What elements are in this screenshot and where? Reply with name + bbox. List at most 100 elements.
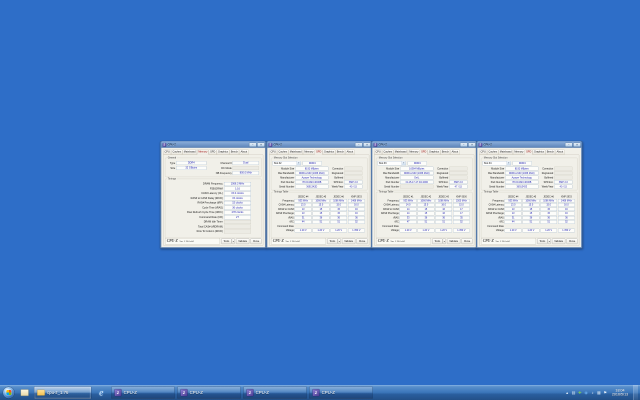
cell-value: 15.0 (523, 203, 540, 207)
tab-mainboard[interactable]: Mainboard (394, 150, 408, 155)
memory-general-row: NB Frequency800.0 MHz (210, 171, 260, 176)
tools-button[interactable]: Tools (537, 238, 547, 244)
tab-graphics[interactable]: Graphics (217, 150, 230, 155)
tab-caches[interactable]: Caches (382, 150, 393, 155)
field-label: Cycle Time (tRAS) (167, 206, 223, 209)
validate-button[interactable]: Validate (552, 238, 565, 244)
tab-about[interactable]: About (555, 150, 564, 155)
tab-memory[interactable]: Memory (303, 150, 315, 155)
internet-explorer-icon: e (99, 387, 103, 398)
tab-mainboard[interactable]: Mainboard (499, 150, 513, 155)
memory-type-value: DDR4 (513, 161, 532, 165)
tab-caches[interactable]: Caches (487, 150, 498, 155)
show-desktop-button[interactable] (634, 385, 638, 400)
cpuz-task-button[interactable]: ZCPU-Z (111, 386, 174, 399)
tab-cpu[interactable]: CPU (269, 150, 277, 155)
tab-graphics[interactable]: Graphics (323, 150, 336, 155)
start-button[interactable] (3, 387, 15, 399)
tab-spd[interactable]: SPD (525, 150, 533, 155)
validate-button[interactable]: Validate (447, 238, 460, 244)
tab-cpu[interactable]: CPU (374, 150, 382, 155)
tab-graphics[interactable]: Graphics (533, 150, 546, 155)
field-label: Max Bandwidth (378, 172, 400, 175)
tab-bench[interactable]: Bench (546, 150, 556, 155)
tab-bench[interactable]: Bench (230, 150, 240, 155)
tab-mainboard[interactable]: Mainboard (183, 150, 197, 155)
antivirus-icon[interactable]: ✚ (577, 386, 583, 399)
cpuz-logo: CPU-Z (378, 239, 389, 243)
chevron-down-icon[interactable]: ▼ (402, 161, 406, 165)
cell-value: 16 (435, 207, 452, 211)
explorer-task-button[interactable]: cpu-z_1.76 (34, 386, 91, 399)
slot-select[interactable]: Slot #4 ▼ (483, 161, 511, 166)
internet-explorer-button[interactable]: e (94, 386, 109, 399)
cell-value: 15 (313, 207, 330, 211)
tab-cpu[interactable]: CPU (479, 150, 487, 155)
explorer-taskbar-button[interactable] (18, 386, 31, 399)
tab-memory[interactable]: Memory (197, 150, 209, 155)
tab-caches[interactable]: Caches (171, 150, 182, 155)
memory-type-value: DDR4 (408, 161, 427, 165)
memory-general-row: Size32 GBytes (167, 166, 210, 171)
tools-dropdown-arrow-icon[interactable]: ▾ (232, 238, 235, 244)
tools-button[interactable]: Tools (221, 238, 231, 244)
tab-cpu[interactable]: CPU (163, 150, 171, 155)
hidden-icons-button[interactable]: ▴ (564, 386, 570, 399)
slot-select[interactable]: Slot #2 ▼ (273, 161, 301, 166)
cell-value: 15 (313, 212, 330, 216)
minimize-button[interactable]: – (355, 143, 363, 147)
footer: CPU-Z Ver. 1.76.0.x64 Tools ▾ Validate C… (376, 238, 473, 244)
cpuz-task-button[interactable]: ZCPU-Z (309, 386, 372, 399)
tab-about[interactable]: About (345, 150, 354, 155)
cell-value: 16 (435, 212, 452, 216)
tab-memory[interactable]: Memory (408, 150, 420, 155)
close-button[interactable]: ✕ (363, 143, 371, 147)
tab-about[interactable]: About (450, 150, 459, 155)
action-center-icon[interactable]: ⚑ (602, 386, 608, 399)
minimize-button[interactable]: – (249, 143, 257, 147)
update-icon[interactable]: ◉ (583, 386, 589, 399)
close-window-button[interactable]: Close (462, 238, 473, 244)
cpuz-task-button[interactable]: ZCPU-Z (243, 386, 306, 399)
tab-about[interactable]: About (239, 150, 248, 155)
close-button[interactable]: ✕ (468, 143, 476, 147)
tab-graphics[interactable]: Graphics (428, 150, 441, 155)
minimize-button[interactable]: – (460, 143, 468, 147)
tab-caches[interactable]: Caches (277, 150, 288, 155)
tab-spd[interactable]: SPD (315, 150, 323, 155)
validate-button[interactable]: Validate (236, 238, 249, 244)
tools-button[interactable]: Tools (327, 238, 337, 244)
close-button[interactable]: ✕ (257, 143, 265, 147)
taskbar-clock[interactable]: 18:04 2016/5/13 (609, 385, 632, 400)
cpuz-task-button[interactable]: ZCPU-Z (177, 386, 240, 399)
close-button[interactable]: ✕ (573, 143, 581, 147)
chevron-down-icon[interactable]: ▼ (507, 161, 511, 165)
tab-mainboard[interactable]: Mainboard (289, 150, 303, 155)
minimize-button[interactable]: – (565, 143, 573, 147)
tools-dropdown-arrow-icon[interactable]: ▾ (548, 238, 551, 244)
timings-group: Timings DRAM Frequency1066.3 MHzFSB:DRAM… (165, 179, 262, 238)
tab-spd[interactable]: SPD (420, 150, 428, 155)
tab-bench[interactable]: Bench (441, 150, 451, 155)
close-window-button[interactable]: Close (357, 238, 368, 244)
close-window-button[interactable]: Close (251, 238, 262, 244)
column-header: JEDEC #4 (505, 195, 522, 198)
column-header: XMP-3000 (453, 195, 470, 198)
tab-bench[interactable]: Bench (336, 150, 346, 155)
network-icon[interactable]: ▦ (596, 386, 602, 399)
volume-icon[interactable]: ♪ (590, 386, 596, 399)
cell-value: 47 (400, 220, 417, 224)
slot-select[interactable]: Slot #3 ▼ (378, 161, 406, 166)
tools-button[interactable]: Tools (432, 238, 442, 244)
close-window-button[interactable]: Close (567, 238, 578, 244)
tools-dropdown-arrow-icon[interactable]: ▾ (338, 238, 341, 244)
validate-button[interactable]: Validate (342, 238, 355, 244)
usb-icon[interactable]: ▤ (571, 386, 577, 399)
tools-dropdown-arrow-icon[interactable]: ▾ (443, 238, 446, 244)
tab-memory[interactable]: Memory (513, 150, 525, 155)
row-label: RAS# Precharge (378, 212, 399, 215)
chevron-down-icon[interactable]: ▼ (297, 161, 301, 165)
tab-spd[interactable]: SPD (209, 150, 217, 155)
row-label: Voltage (483, 229, 504, 232)
cpuz-icon: Z (114, 389, 121, 396)
